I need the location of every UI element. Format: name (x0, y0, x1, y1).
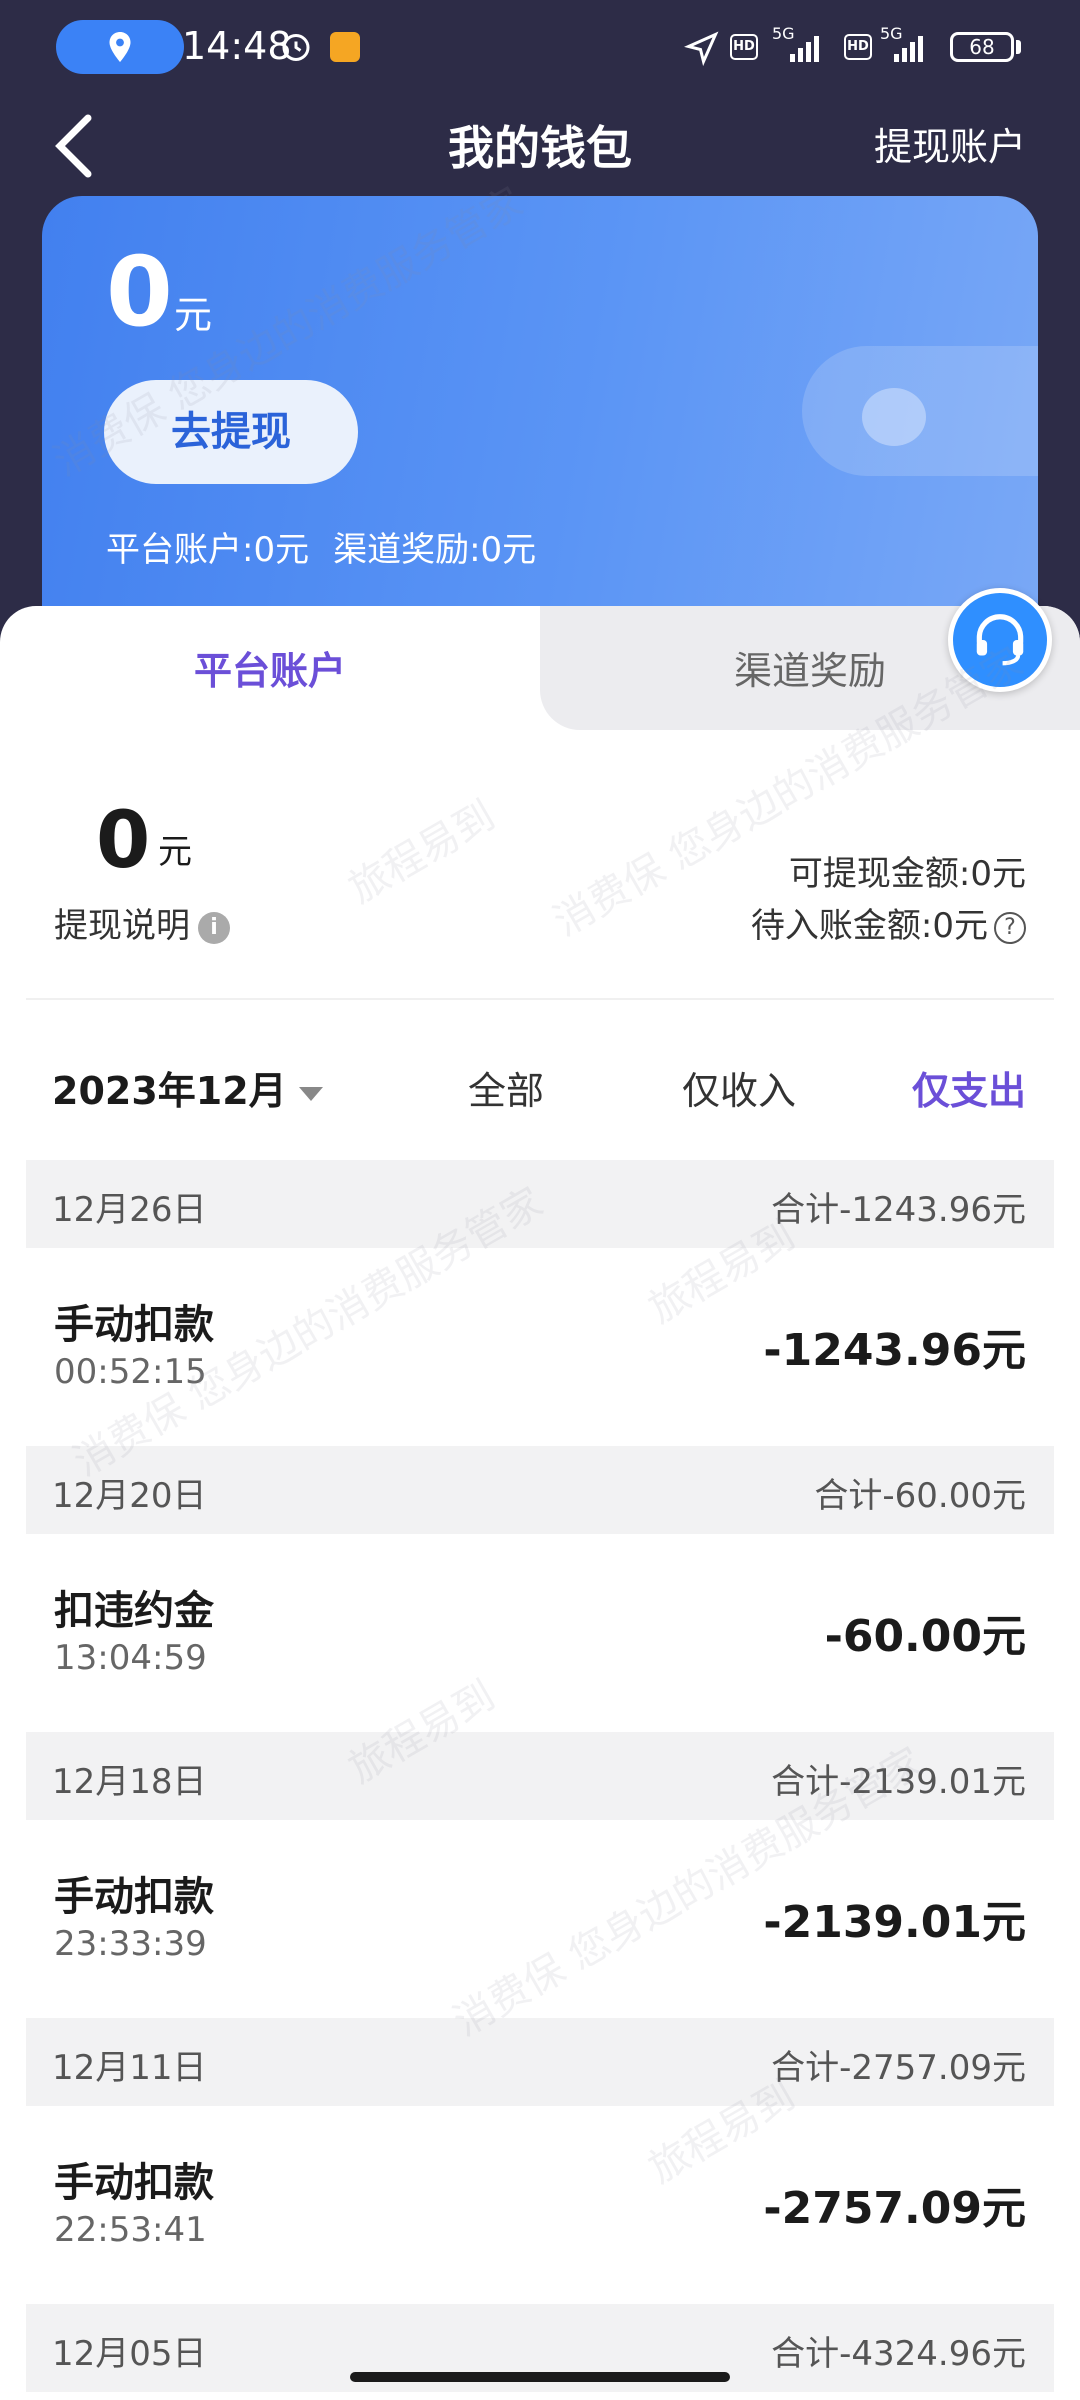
chevron-down-icon (298, 1086, 323, 1101)
day-header: 12月26日 合计-1243.96元 (26, 1160, 1054, 1248)
day-total: 合计-60.00元 (814, 1476, 1026, 1516)
transaction-title: 手动扣款 (54, 1302, 214, 1348)
notification-app-icon (330, 32, 360, 62)
battery-icon: 68 (950, 32, 1014, 62)
withdraw-explain[interactable]: 提现说明 i (54, 898, 230, 947)
transaction-amount: -60.00元 (824, 1611, 1026, 1662)
transaction-title: 扣违约金 (54, 1588, 214, 1634)
home-indicator[interactable] (350, 2372, 730, 2382)
month-select-label: 2023年12月 (52, 1069, 287, 1113)
card-summary: 平台账户:0元 渠道奖励:0元 (106, 522, 560, 571)
transaction-row[interactable]: 手动扣款 23:33:39 -2139.01元 (26, 1820, 1054, 2018)
wallet-balance-unit: 元 (174, 293, 213, 337)
alarm-icon (282, 34, 310, 61)
pending-amount: 待入账金额:0元 (750, 906, 988, 946)
transaction-time: 00:52:15 (54, 1352, 207, 1392)
transaction-row[interactable]: 手动扣款 00:52:15 -1243.96元 (26, 1248, 1054, 1446)
available-amount: 可提现金额:0元 (788, 854, 1026, 894)
app-header: 我的钱包 提现账户 (0, 96, 1080, 200)
transaction-time: 22:53:41 (54, 2210, 207, 2250)
tab-platform-account[interactable]: 平台账户 (0, 640, 540, 695)
day-total: 合计-2139.01元 (771, 1762, 1026, 1802)
account-balance: 0 (96, 796, 151, 886)
day-date: 12月11日 (52, 2048, 207, 2088)
day-date: 12月20日 (52, 1476, 207, 1516)
pending-amount-row: 待入账金额:0元? (751, 898, 1026, 947)
signal-icon (790, 36, 819, 62)
wallet-card: 0 元 去提现 平台账户:0元 渠道奖励:0元 (42, 196, 1038, 636)
hd-badge: HD (844, 34, 872, 60)
day-header: 12月11日 合计-2757.09元 (26, 2018, 1054, 2106)
filter-income[interactable]: 仅收入 (682, 1060, 796, 1115)
transaction-amount: -2139.01元 (763, 1897, 1026, 1948)
transaction-list: 12月26日 合计-1243.96元 手动扣款 00:52:15 -1243.9… (26, 1160, 1054, 2392)
transaction-title: 手动扣款 (54, 1874, 214, 1920)
day-total: 合计-1243.96元 (771, 1190, 1026, 1230)
withdraw-explain-label: 提现说明 (54, 906, 190, 946)
help-icon[interactable]: ? (994, 911, 1026, 944)
transaction-amount: -2757.09元 (763, 2183, 1026, 2234)
transaction-time: 23:33:39 (54, 1924, 207, 1964)
platform-account-balance: 平台账户:0元 (106, 530, 310, 570)
filter-row: 2023年12月 全部 仅收入 仅支出 (0, 1046, 1080, 1146)
channel-reward-balance: 渠道奖励:0元 (333, 530, 537, 570)
transaction-row[interactable]: 手动扣款 22:53:41 -2757.09元 (26, 2106, 1054, 2304)
info-icon[interactable]: i (198, 911, 230, 944)
transaction-amount: -1243.96元 (763, 1325, 1026, 1376)
transaction-row[interactable]: 扣违约金 13:04:59 -60.00元 (26, 1534, 1054, 1732)
withdraw-button[interactable]: 去提现 (104, 380, 358, 484)
location-pill (56, 20, 184, 74)
status-time: 14:48 (182, 24, 292, 68)
transaction-time: 13:04:59 (54, 1638, 207, 1678)
customer-service-button[interactable] (948, 588, 1052, 692)
navigation-arrow-icon (684, 31, 719, 66)
transaction-title: 手动扣款 (54, 2160, 214, 2206)
signal-icon (894, 36, 923, 62)
withdraw-account-link[interactable]: 提现账户 (874, 116, 1026, 171)
main-panel: 平台账户 渠道奖励 0 元 提现说明 i 可提现金额:0元 待入账金额:0元? 2… (0, 606, 1080, 2400)
day-header: 12月18日 合计-2139.01元 (26, 1732, 1054, 1820)
status-bar: 14:48 HD 5G HD 5G 68 (0, 0, 1080, 96)
day-header: 12月20日 合计-60.00元 (26, 1446, 1054, 1534)
hd-badge: HD (730, 34, 758, 60)
month-select[interactable]: 2023年12月 (52, 1060, 323, 1115)
day-total: 合计-4324.96元 (771, 2334, 1026, 2374)
account-balance-unit: 元 (158, 832, 192, 872)
day-date: 12月18日 (52, 1762, 207, 1802)
day-total: 合计-2757.09元 (771, 2048, 1026, 2088)
filter-all[interactable]: 全部 (468, 1060, 544, 1115)
day-date: 12月05日 (52, 2334, 207, 2374)
divider (26, 998, 1054, 1000)
wallet-balance: 0 (106, 236, 173, 348)
battery-tip (1016, 40, 1021, 54)
filter-expense[interactable]: 仅支出 (912, 1060, 1026, 1115)
card-decoration-dot (862, 388, 926, 446)
location-icon (109, 32, 131, 62)
day-date: 12月26日 (52, 1190, 207, 1230)
headset-icon (976, 614, 1024, 666)
